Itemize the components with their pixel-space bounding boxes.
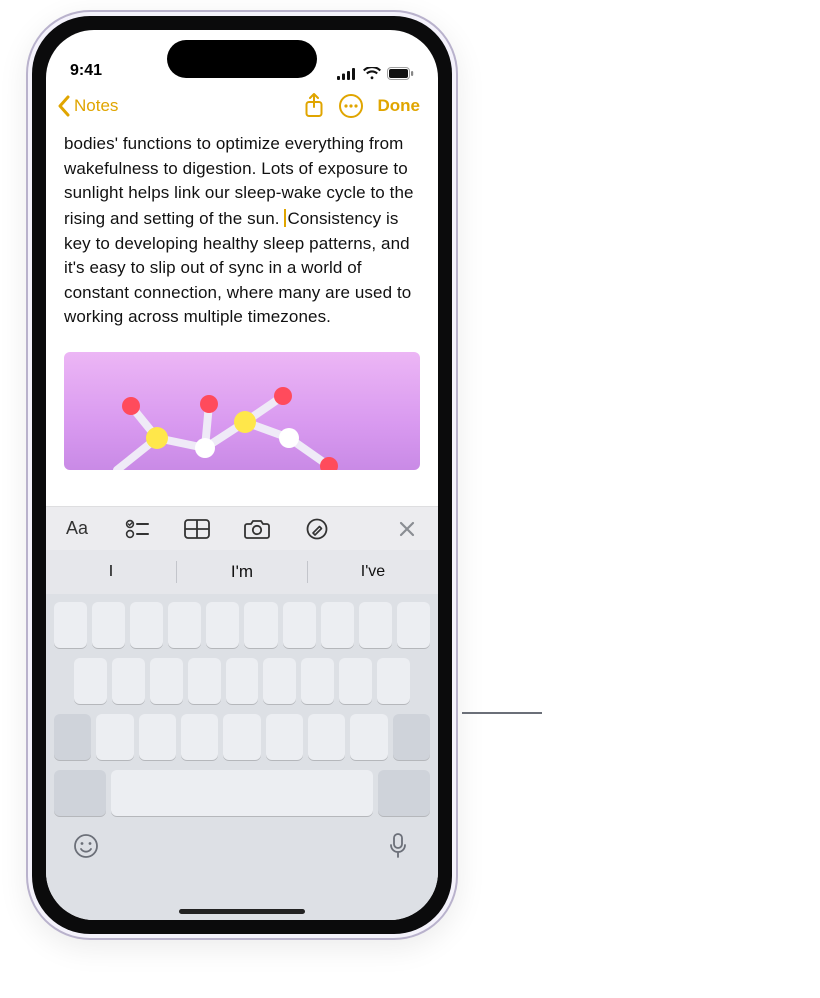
phone-frame: 9:41: [26, 10, 458, 940]
emoji-button[interactable]: [72, 832, 100, 860]
screen: 9:41: [46, 30, 438, 920]
done-button[interactable]: Done: [378, 96, 421, 116]
keyboard-key[interactable]: [74, 658, 107, 704]
keyboard-key[interactable]: [139, 714, 176, 760]
format-close-button[interactable]: [394, 516, 420, 542]
suggestion-3[interactable]: I've: [308, 563, 438, 581]
cellular-icon: [337, 68, 357, 80]
format-bar: Aa: [46, 506, 438, 550]
more-button[interactable]: [338, 93, 364, 119]
text-format-icon: Aa: [66, 518, 88, 539]
onscreen-keyboard: [46, 594, 438, 920]
keyboard-key[interactable]: [96, 714, 133, 760]
status-time: 9:41: [70, 62, 102, 80]
keyboard-key[interactable]: [397, 602, 430, 648]
close-icon: [398, 520, 416, 538]
home-indicator[interactable]: [179, 909, 305, 914]
keyboard-key[interactable]: [226, 658, 259, 704]
note-image[interactable]: [64, 352, 420, 470]
format-markup-button[interactable]: [304, 516, 330, 542]
keyboard-key[interactable]: [223, 714, 260, 760]
back-button[interactable]: Notes: [56, 95, 118, 117]
dynamic-island: [167, 40, 317, 78]
molecule-illustration: [64, 352, 420, 470]
back-label: Notes: [74, 96, 118, 116]
camera-icon: [244, 519, 270, 539]
keyboard-key[interactable]: [321, 602, 354, 648]
keyboard-key[interactable]: [263, 658, 296, 704]
ellipsis-circle-icon: [338, 93, 364, 119]
table-icon: [184, 519, 210, 539]
format-table-button[interactable]: [184, 516, 210, 542]
markup-icon: [306, 518, 328, 540]
suggestion-2[interactable]: I'm: [177, 562, 307, 582]
dictation-button[interactable]: [384, 832, 412, 860]
suggestion-1[interactable]: I: [46, 563, 176, 581]
keyboard-key[interactable]: [308, 714, 345, 760]
keyboard-key[interactable]: [206, 602, 239, 648]
suggestion-row: I I'm I've: [46, 550, 438, 594]
format-text-button[interactable]: Aa: [64, 516, 90, 542]
keyboard-key[interactable]: [112, 658, 145, 704]
keyboard-key[interactable]: [266, 714, 303, 760]
keyboard-key[interactable]: [359, 602, 392, 648]
keyboard-key[interactable]: [130, 602, 163, 648]
keyboard-key[interactable]: [150, 658, 183, 704]
backspace-key[interactable]: [393, 714, 430, 760]
keyboard-key[interactable]: [301, 658, 334, 704]
keyboard-key[interactable]: [350, 714, 387, 760]
text-caret: [284, 209, 286, 227]
checklist-icon: [125, 519, 149, 539]
share-button[interactable]: [304, 93, 324, 119]
format-checklist-button[interactable]: [124, 516, 150, 542]
keyboard-key[interactable]: [244, 602, 277, 648]
keyboard-key[interactable]: [377, 658, 410, 704]
callout-line: [462, 712, 542, 714]
emoji-icon: [73, 833, 99, 859]
return-key[interactable]: [378, 770, 430, 816]
battery-icon: [387, 67, 414, 80]
keyboard-key[interactable]: [181, 714, 218, 760]
share-icon: [304, 93, 324, 119]
keyboard-key[interactable]: [339, 658, 372, 704]
wifi-icon: [363, 67, 381, 80]
space-key[interactable]: [111, 770, 372, 816]
keyboard-key[interactable]: [283, 602, 316, 648]
keyboard-key[interactable]: [168, 602, 201, 648]
shift-key[interactable]: [54, 714, 91, 760]
numbers-key[interactable]: [54, 770, 106, 816]
note-text-area[interactable]: bodies' functions to optimize everything…: [46, 128, 438, 330]
mic-icon: [389, 833, 407, 859]
keyboard-key[interactable]: [92, 602, 125, 648]
keyboard-key[interactable]: [188, 658, 221, 704]
format-camera-button[interactable]: [244, 516, 270, 542]
chevron-left-icon: [56, 95, 72, 117]
nav-bar: Notes Done: [46, 84, 438, 128]
keyboard-key[interactable]: [54, 602, 87, 648]
